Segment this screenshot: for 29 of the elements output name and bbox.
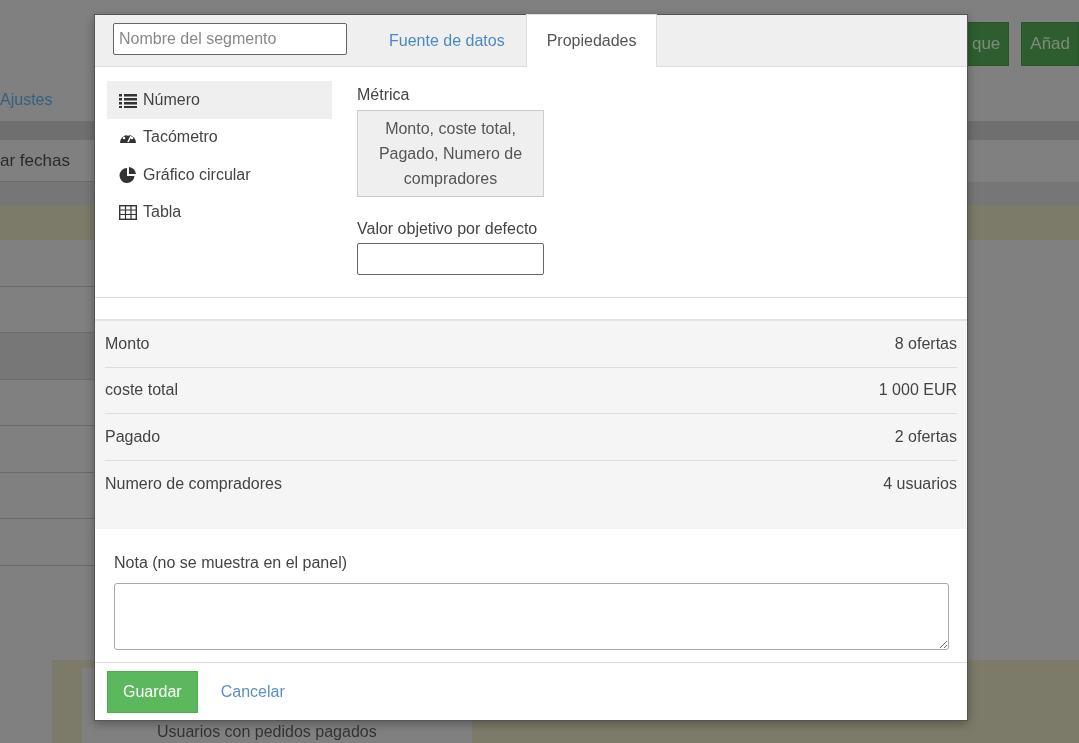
tab[interactable]: Fuente de datos: [368, 14, 526, 66]
note-field[interactable]: [114, 583, 949, 650]
date-button[interactable]: ar fechas: [0, 147, 70, 174]
target-value-field[interactable]: [357, 243, 544, 275]
field-label: Métrica: [357, 85, 411, 105]
chart-type-item[interactable]: Tacómetro: [107, 118, 332, 156]
summary-label: Monto: [105, 333, 150, 354]
cancel-link[interactable]: Cancelar: [220, 679, 285, 704]
table-icon: [119, 204, 137, 221]
summary-value: 1 000 EUR: [878, 380, 957, 401]
field-label: Nota (no se muestra en el panel): [114, 553, 348, 573]
save-button[interactable]: Guardar: [107, 670, 198, 713]
metric-selector[interactable]: Monto, coste total, Pagado, Numero de compradores: [357, 110, 544, 197]
pie-chart-icon: [119, 166, 137, 183]
tab[interactable]: Propiedades: [525, 14, 658, 67]
segment-name-field[interactable]: Nombre del segmento: [113, 23, 347, 55]
chart-type-item[interactable]: Número: [107, 81, 332, 119]
summary-value: 4 usuarios: [883, 473, 957, 494]
summary-label: coste total: [105, 380, 178, 401]
chart-type-item[interactable]: Tabla: [107, 193, 332, 231]
chart-type-item[interactable]: Gráfico circular: [107, 156, 332, 194]
summary-label: Numero de compradores: [105, 473, 282, 494]
header-button[interactable]: Añad: [1021, 22, 1079, 66]
field-label: Valor objetivo por defecto: [357, 219, 539, 239]
panel-title: Usuarios con pedidos pagados: [157, 722, 377, 741]
summary-value: 8 ofertas: [894, 333, 957, 354]
summary-value: 2 ofertas: [894, 426, 957, 447]
summary-label: Pagado: [105, 426, 161, 447]
list-icon: [119, 91, 137, 108]
